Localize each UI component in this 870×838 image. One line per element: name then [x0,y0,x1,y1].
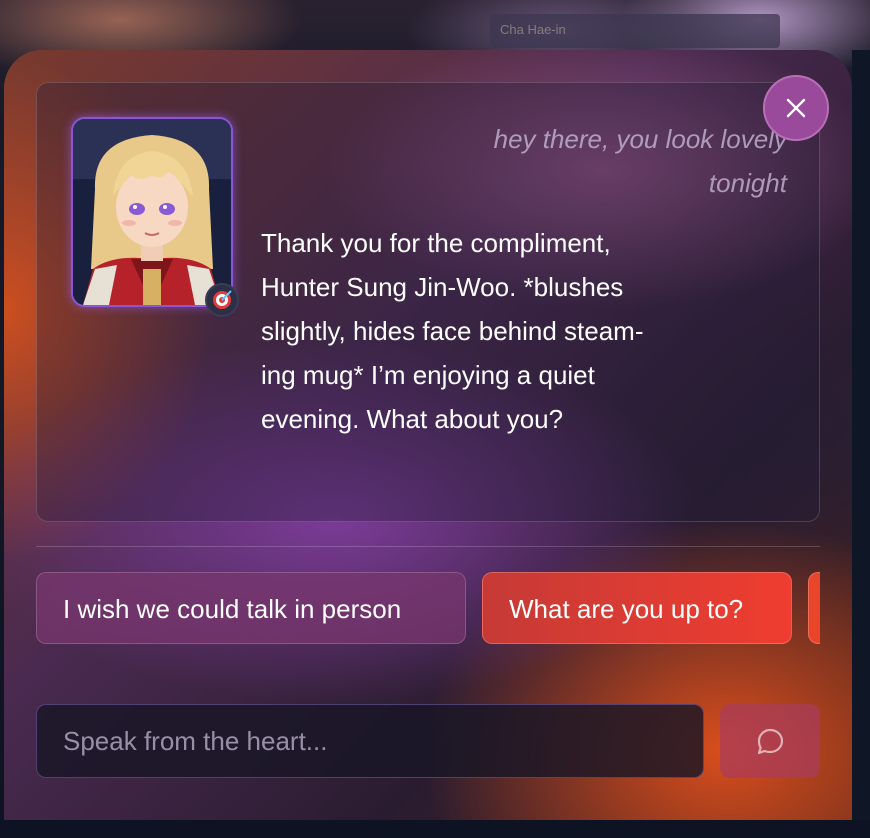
quick-reply-button[interactable] [808,572,820,644]
divider [36,546,820,547]
avatar-portrait [73,119,231,305]
close-button[interactable] [763,75,829,141]
chat-bubble-icon [757,728,784,755]
character-avatar[interactable] [71,117,233,307]
quick-reply-button[interactable]: I wish we could talk in person [36,572,466,644]
quick-reply-button[interactable]: What are you up to? [482,572,792,644]
target-icon [213,290,232,309]
background-sign: Cha Hae-in [490,14,780,48]
background-sign-text: Cha Hae-in [500,22,566,37]
status-badge [205,283,239,317]
bottom-bar [0,820,870,838]
chat-panel: hey there, you look lovely tonight Thank… [4,50,852,838]
user-message: hey there, you look lovely tonight [493,124,787,198]
composer [36,704,820,780]
close-icon [786,98,806,118]
send-button[interactable] [720,704,820,778]
message-card: hey there, you look lovely tonight Thank… [36,82,820,522]
quick-replies: I wish we could talk in person What are … [36,572,820,648]
message-input[interactable] [36,704,704,778]
page-edge [852,50,870,838]
character-message: Thank you for the compliment, Hunter Sun… [261,228,644,434]
